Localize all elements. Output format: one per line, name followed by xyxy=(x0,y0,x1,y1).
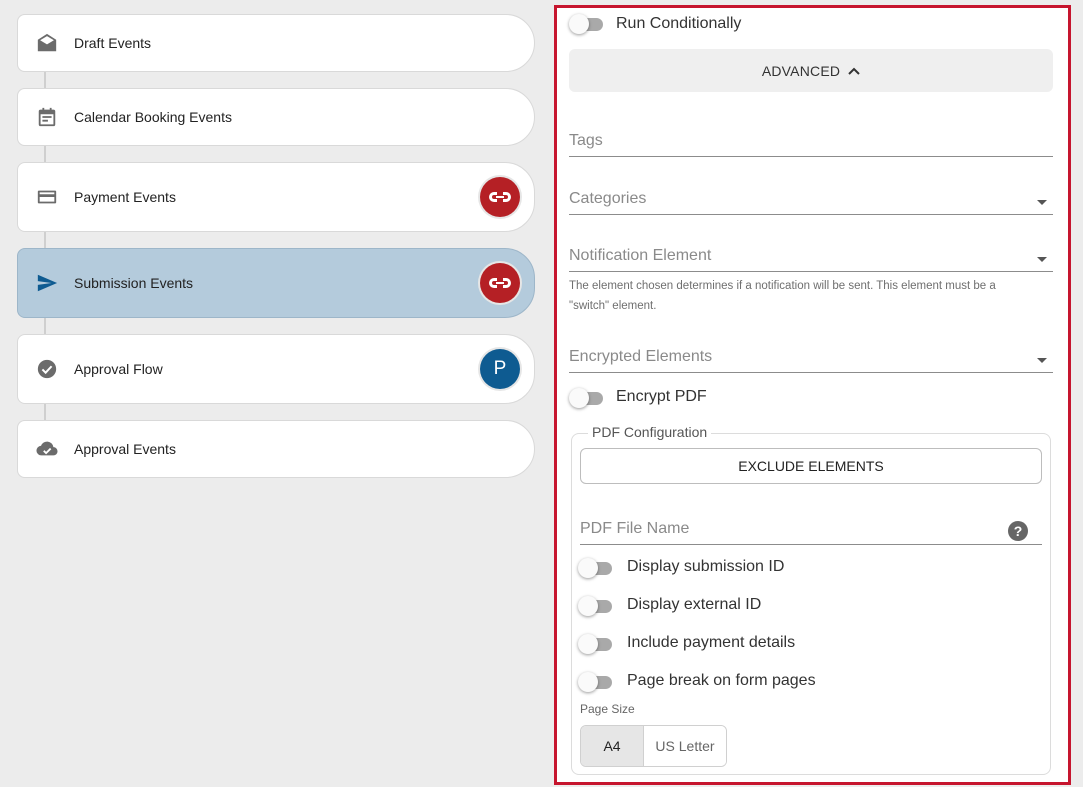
page-size-toggle-group: A4 US Letter xyxy=(580,725,727,767)
link-badge-icon xyxy=(480,177,520,217)
page-break-label: Page break on form pages xyxy=(627,672,816,689)
submission-settings-panel: Run Conditionally ADVANCED Tags Categori… xyxy=(554,5,1071,785)
run-conditionally-label: Run Conditionally xyxy=(616,15,742,32)
event-card-draft[interactable]: Draft Events xyxy=(17,14,535,72)
display-submission-id-toggle[interactable] xyxy=(578,558,612,578)
display-external-id-label: Display external ID xyxy=(627,596,762,613)
check-circle-icon xyxy=(36,358,58,380)
display-submission-id-label: Display submission ID xyxy=(627,558,785,575)
include-payment-details-label: Include payment details xyxy=(627,634,796,651)
encrypt-pdf-label: Encrypt PDF xyxy=(616,388,707,405)
notification-element-hint: The element chosen determines if a notif… xyxy=(569,280,996,312)
event-label: Submission Events xyxy=(74,275,194,291)
event-card-submission[interactable]: Submission Events xyxy=(17,248,535,318)
advanced-button[interactable]: ADVANCED xyxy=(569,49,1053,92)
event-label: Draft Events xyxy=(74,35,152,51)
calendar-icon xyxy=(36,106,58,128)
pdf-configuration-group: PDF Configuration EXCLUDE ELEMENTS PDF F… xyxy=(571,424,1051,775)
run-conditionally-toggle[interactable] xyxy=(569,14,603,34)
cloud-check-icon xyxy=(36,438,58,460)
event-card-approval-events[interactable]: Approval Events xyxy=(17,420,535,478)
tags-placeholder: Tags xyxy=(569,132,603,149)
encrypted-elements-select[interactable]: Encrypted Elements xyxy=(569,348,1053,373)
credit-card-icon xyxy=(36,186,58,208)
event-list: Draft Events Calendar Booking Events Pay… xyxy=(0,0,552,787)
page-size-us-letter-button[interactable]: US Letter xyxy=(644,726,726,766)
advanced-label: ADVANCED xyxy=(761,62,841,79)
send-icon xyxy=(36,272,58,294)
event-card-approval-flow[interactable]: Approval Flow P xyxy=(17,334,535,404)
pdf-file-name-input[interactable]: PDF File Name ? xyxy=(580,517,1042,545)
dropdown-arrow-icon xyxy=(1037,257,1047,262)
exclude-elements-label: EXCLUDE ELEMENTS xyxy=(738,458,884,474)
envelope-open-icon xyxy=(36,32,58,54)
event-label: Approval Events xyxy=(74,441,176,457)
chevron-up-icon xyxy=(848,67,860,75)
event-card-calendar-booking[interactable]: Calendar Booking Events xyxy=(17,88,535,146)
event-label: Payment Events xyxy=(74,189,176,205)
include-payment-details-toggle[interactable] xyxy=(578,634,612,654)
page-size-a4-button[interactable]: A4 xyxy=(581,726,644,766)
tags-input[interactable]: Tags xyxy=(569,132,1053,157)
approval-badge: P xyxy=(480,349,520,389)
dropdown-arrow-icon xyxy=(1037,200,1047,205)
encrypt-pdf-toggle[interactable] xyxy=(569,388,603,408)
notification-element-select[interactable]: Notification Element xyxy=(569,247,1053,272)
display-external-id-toggle[interactable] xyxy=(578,596,612,616)
event-label: Calendar Booking Events xyxy=(74,109,232,125)
link-badge-icon xyxy=(480,263,520,303)
categories-select[interactable]: Categories xyxy=(569,190,1053,215)
notification-element-placeholder: Notification Element xyxy=(569,247,712,264)
pdf-file-name-placeholder: PDF File Name xyxy=(580,520,690,537)
exclude-elements-button[interactable]: EXCLUDE ELEMENTS xyxy=(580,448,1042,484)
event-label: Approval Flow xyxy=(74,361,163,377)
page-break-toggle[interactable] xyxy=(578,672,612,692)
categories-placeholder: Categories xyxy=(569,190,647,207)
encrypted-elements-placeholder: Encrypted Elements xyxy=(569,348,713,365)
pdf-configuration-legend: PDF Configuration xyxy=(588,424,712,440)
page-size-label: Page Size xyxy=(580,702,635,716)
event-card-payment[interactable]: Payment Events xyxy=(17,162,535,232)
help-icon[interactable]: ? xyxy=(1008,521,1028,541)
dropdown-arrow-icon xyxy=(1037,358,1047,363)
